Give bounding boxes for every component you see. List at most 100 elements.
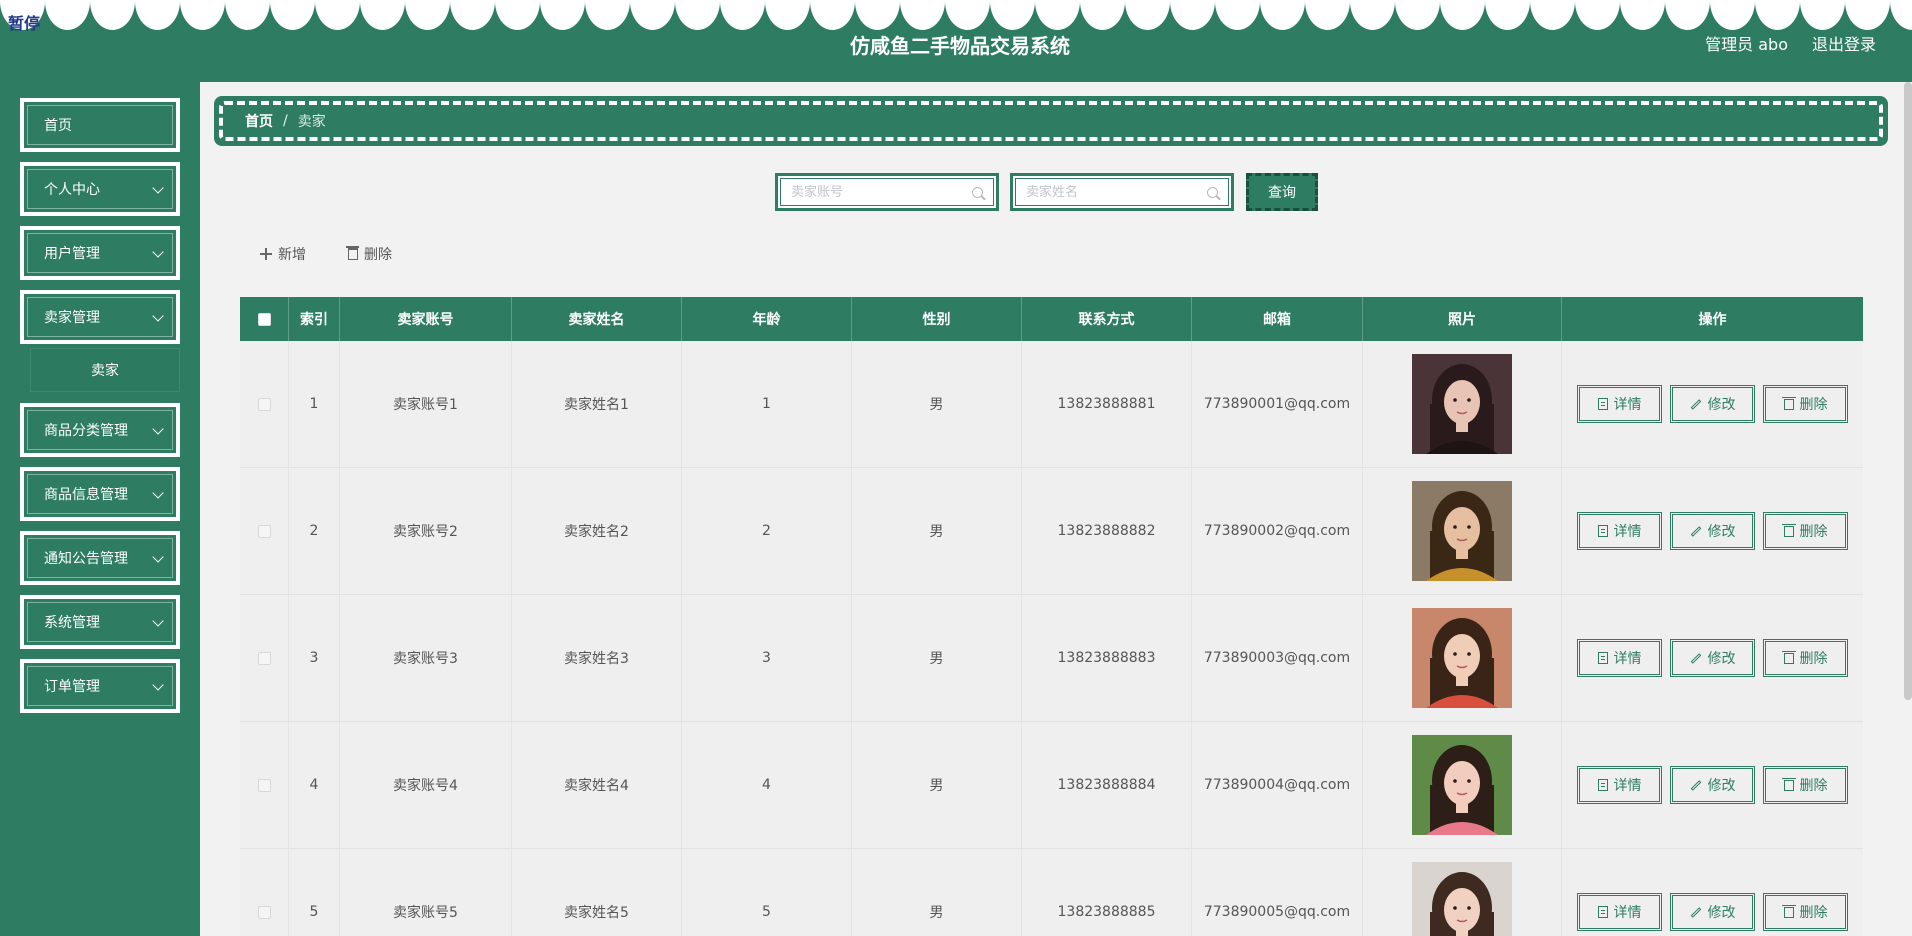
column-header: 照片 <box>1363 297 1562 341</box>
select-all-checkbox[interactable] <box>257 312 271 326</box>
sidebar-item-product-management[interactable]: 商品信息管理 <box>20 467 180 521</box>
bulk-delete-button[interactable]: 删除 <box>346 244 392 264</box>
cell-name: 卖家姓名2 <box>512 468 682 594</box>
scallop-shape <box>1440 0 1485 30</box>
cell-age: 2 <box>682 468 852 594</box>
edit-icon <box>1690 398 1701 410</box>
sidebar-item-label: 首页 <box>44 118 72 134</box>
row-select-cell <box>240 849 289 936</box>
cell-account: 卖家账号3 <box>340 595 512 721</box>
scallop-shape <box>1845 0 1890 30</box>
edit-button[interactable]: 修改 <box>1670 639 1755 677</box>
scallop-shape <box>1215 0 1260 30</box>
cell-phone: 13823888881 <box>1022 341 1192 467</box>
cell-actions: 详情 修改 删除 <box>1562 341 1863 467</box>
delete-button[interactable]: 删除 <box>1763 512 1848 550</box>
column-header: 性别 <box>852 297 1022 341</box>
document-icon <box>1597 525 1608 537</box>
trash-icon <box>1781 777 1796 791</box>
sidebar-subitem-seller[interactable]: 卖家 <box>30 348 180 392</box>
row-checkbox[interactable] <box>257 905 271 919</box>
scallop-shape <box>1575 0 1620 30</box>
vertical-scrollbar[interactable] <box>1904 82 1912 700</box>
sidebar-item-home[interactable]: 首页 <box>20 98 180 152</box>
sidebar-item-label: 用户管理 <box>44 246 100 262</box>
detail-button[interactable]: 详情 <box>1577 893 1662 931</box>
scallop-shape <box>1800 0 1845 30</box>
row-select-cell <box>240 341 289 467</box>
edit-icon <box>1690 525 1701 537</box>
delete-button[interactable]: 删除 <box>1763 893 1848 931</box>
edit-button[interactable]: 修改 <box>1670 385 1755 423</box>
row-checkbox[interactable] <box>257 524 271 538</box>
sidebar-item-notice-management[interactable]: 通知公告管理 <box>20 531 180 585</box>
edit-button[interactable]: 修改 <box>1670 512 1755 550</box>
sidebar-item-seller-management[interactable]: 卖家管理 <box>20 290 180 344</box>
edit-label: 修改 <box>1707 778 1736 794</box>
cell-index: 4 <box>289 722 340 848</box>
scallop-shape <box>1305 0 1350 30</box>
pause-overlay-label: 暂停 <box>8 14 41 33</box>
sidebar-item-label: 商品分类管理 <box>44 423 128 439</box>
scallop-shape <box>675 0 720 30</box>
breadcrumb-home[interactable]: 首页 <box>245 111 273 131</box>
row-select-cell <box>240 595 289 721</box>
delete-button[interactable]: 删除 <box>1763 385 1848 423</box>
row-checkbox[interactable] <box>257 778 271 792</box>
scallop-shape <box>1395 0 1440 30</box>
sidebar-item-order-management[interactable]: 订单管理 <box>20 659 180 713</box>
cell-email: 773890004@qq.com <box>1192 722 1363 848</box>
column-header: 索引 <box>289 297 340 341</box>
cell-phone: 13823888883 <box>1022 595 1192 721</box>
scallop-shape <box>270 0 315 30</box>
scallop-shape <box>45 0 90 30</box>
cell-name: 卖家姓名3 <box>512 595 682 721</box>
detail-button[interactable]: 详情 <box>1577 766 1662 804</box>
sidebar-item-category-management[interactable]: 商品分类管理 <box>20 403 180 457</box>
sidebar-item-user-management[interactable]: 用户管理 <box>20 226 180 280</box>
query-button[interactable]: 查询 <box>1246 173 1318 211</box>
sidebar-item-personal-center[interactable]: 个人中心 <box>20 162 180 216</box>
detail-button[interactable]: 详情 <box>1577 512 1662 550</box>
scallop-shape <box>1350 0 1395 30</box>
app-title: 仿咸鱼二手物品交易系统 <box>850 34 1070 58</box>
cell-index: 3 <box>289 595 340 721</box>
scallop-shape <box>225 0 270 30</box>
delete-button[interactable]: 删除 <box>1763 639 1848 677</box>
app-header: 暂停 仿咸鱼二手物品交易系统 管理员 abo 退出登录 <box>0 0 1912 82</box>
scallop-shape <box>855 0 900 30</box>
plus-icon <box>260 248 272 260</box>
detail-label: 详情 <box>1613 778 1642 794</box>
row-checkbox[interactable] <box>257 651 271 665</box>
detail-label: 详情 <box>1613 397 1642 413</box>
edit-icon <box>1690 906 1701 918</box>
detail-button[interactable]: 详情 <box>1577 385 1662 423</box>
breadcrumb-separator: / <box>283 113 288 129</box>
logout-button[interactable]: 退出登录 <box>1812 31 1876 55</box>
sidebar-item-system-management[interactable]: 系统管理 <box>20 595 180 649</box>
edit-button[interactable]: 修改 <box>1670 766 1755 804</box>
seller-name-input[interactable] <box>1026 184 1207 200</box>
cell-age: 5 <box>682 849 852 936</box>
edit-button[interactable]: 修改 <box>1670 893 1755 931</box>
cell-photo <box>1363 722 1562 848</box>
chevron-down-icon <box>152 310 164 322</box>
trash-icon <box>1781 396 1796 410</box>
seller-account-input[interactable] <box>791 184 972 200</box>
seller-account-search-frame <box>780 178 994 206</box>
scallop-shape <box>585 0 630 30</box>
detail-button[interactable]: 详情 <box>1577 639 1662 677</box>
row-checkbox[interactable] <box>257 397 271 411</box>
chevron-down-icon <box>152 551 164 563</box>
add-button[interactable]: 新增 <box>260 244 306 264</box>
search-icon <box>972 186 983 198</box>
detail-label: 详情 <box>1613 905 1642 921</box>
delete-button[interactable]: 删除 <box>1763 766 1848 804</box>
seller-table: 索引 卖家账号 卖家姓名 年龄 性别 联系方式 邮箱 照片 操作 1 卖家账号1 卖… <box>240 297 1863 936</box>
scallop-shape <box>495 0 540 30</box>
row-select-cell <box>240 722 289 848</box>
chevron-down-icon <box>152 487 164 499</box>
edit-label: 修改 <box>1707 651 1736 667</box>
cell-name: 卖家姓名1 <box>512 341 682 467</box>
scallop-shape <box>1530 0 1575 30</box>
